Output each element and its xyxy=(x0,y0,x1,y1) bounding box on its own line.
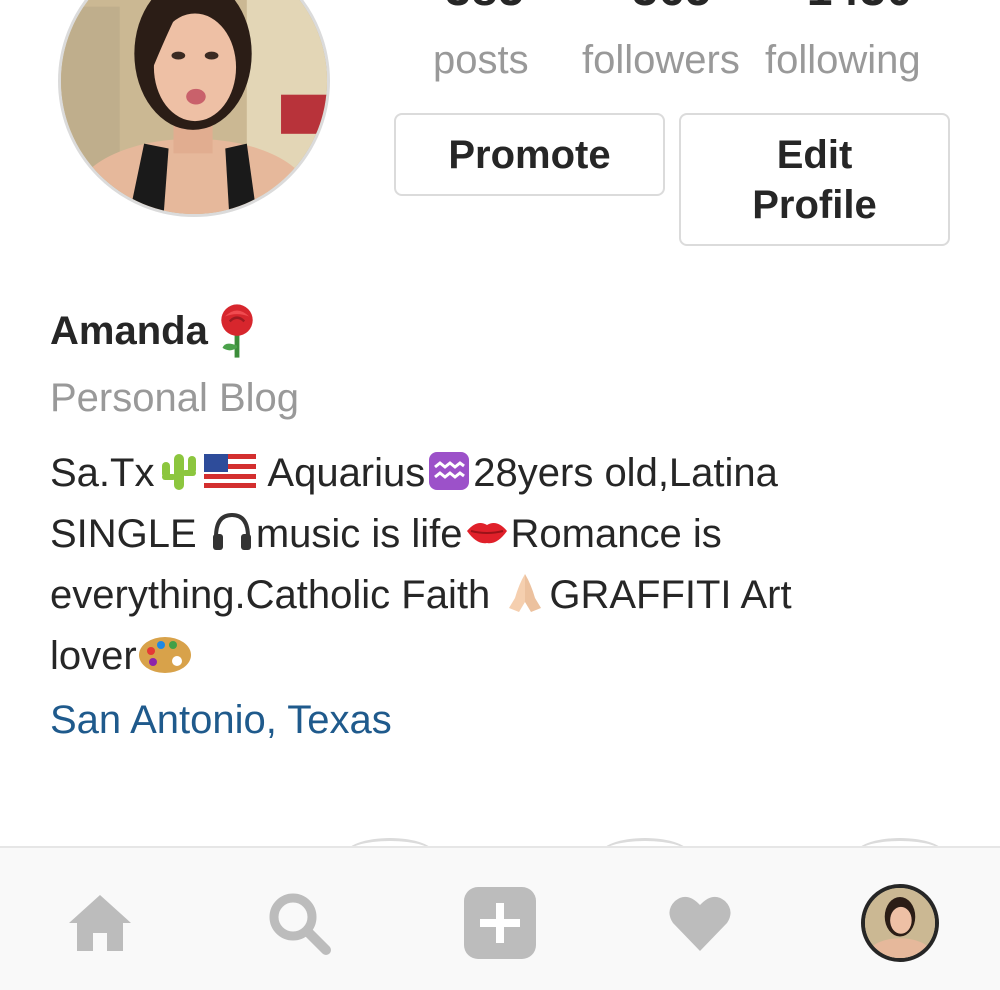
bio-line-3: everything.Catholic Faith GRAFFITI Art xyxy=(50,565,930,626)
following-label[interactable]: following xyxy=(765,38,921,83)
edit-profile-button[interactable]: Edit Profile xyxy=(679,113,950,246)
profile-avatar-small xyxy=(861,884,939,962)
lips-icon xyxy=(463,507,511,555)
add-icon[interactable] xyxy=(455,878,545,968)
aquarius-icon xyxy=(425,446,473,494)
profile-location-link[interactable]: San Antonio, Texas xyxy=(50,698,392,743)
palette-icon xyxy=(137,629,193,677)
bio-text: Romance is xyxy=(510,512,722,556)
profile-tab-avatar[interactable] xyxy=(855,878,945,968)
heart-icon[interactable] xyxy=(655,878,745,968)
posts-label[interactable]: posts xyxy=(433,38,529,83)
followers-label[interactable]: followers xyxy=(582,38,740,83)
bio-text: SINGLE xyxy=(50,512,208,556)
praying-hands-icon xyxy=(501,568,549,616)
bio-text: lover xyxy=(50,634,137,678)
home-icon[interactable] xyxy=(55,878,145,968)
search-icon[interactable] xyxy=(254,878,344,968)
profile-name: Amanda xyxy=(50,308,208,353)
bio-text: Aquarius xyxy=(267,451,426,495)
posts-count: 385 xyxy=(430,0,540,16)
bottom-navigation xyxy=(0,846,1000,990)
bio-text: GRAFFITI Art xyxy=(549,573,792,617)
following-count: 1430 xyxy=(790,0,930,16)
bio-text: Sa.Tx xyxy=(50,451,155,495)
cactus-icon xyxy=(154,446,202,494)
bio-line-2: SINGLE music is life Romance is xyxy=(50,504,930,565)
bio-line-4: lover xyxy=(50,626,930,687)
bio-text: everything.Catholic Faith xyxy=(50,573,502,617)
bio-text: music is life xyxy=(255,512,463,556)
followers-count: 365 xyxy=(612,0,732,16)
us-flag-icon xyxy=(202,446,258,494)
headphones-icon xyxy=(208,507,256,555)
profile-name-row: Amanda xyxy=(50,302,266,360)
rose-icon xyxy=(208,302,266,360)
bio-text: 28yers old,Latina xyxy=(473,451,778,495)
bio-line-1: Sa.Tx Aquarius 28yers old,Latina xyxy=(50,443,930,504)
promote-button[interactable]: Promote xyxy=(394,113,665,196)
profile-category: Personal Blog xyxy=(50,376,300,420)
profile-bio: Sa.Tx Aquarius 28yers old,Latina SINGLE … xyxy=(50,443,930,687)
profile-stats: 385 posts 365 followers 1430 following xyxy=(0,0,1000,100)
